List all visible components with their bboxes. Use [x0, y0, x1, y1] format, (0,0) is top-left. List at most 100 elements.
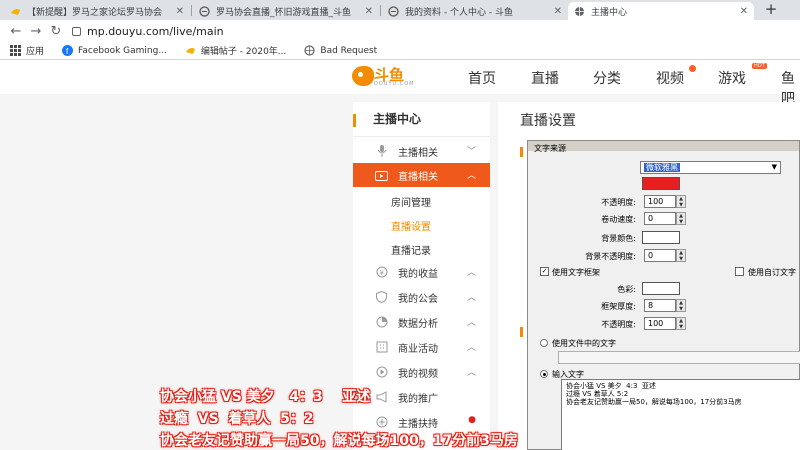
sidebar-item-label: 我的推广: [398, 393, 438, 405]
video-icon: [375, 366, 388, 378]
facebook-icon: f: [62, 45, 74, 56]
chevron-up-icon: ︿: [466, 318, 476, 328]
page-title: 直播设置: [520, 113, 576, 129]
file-path-input[interactable]: [558, 351, 800, 364]
sidebar-item-label: 直播相关: [398, 171, 438, 183]
opacity-input[interactable]: 100: [644, 195, 676, 208]
globe-icon: [304, 45, 315, 56]
browser-tab-profile[interactable]: 我的资料 - 个人中心 - 斗鱼 ✕: [382, 2, 568, 20]
spin-buttons[interactable]: ▲ ▼: [676, 212, 686, 225]
sidebar-item-videos[interactable]: 我的视频 ︿: [353, 360, 490, 384]
bookmark-bad-request[interactable]: Bad Request: [304, 45, 377, 56]
forum-favicon: [10, 6, 21, 17]
group-label: 文字来源: [534, 144, 566, 153]
use-outline-checkbox[interactable]: ✓: [540, 267, 549, 276]
bookmark-edit-post[interactable]: 编辑帖子 - 2020年...: [185, 44, 286, 57]
scroll-speed-input[interactable]: 0: [644, 212, 676, 225]
reload-icon[interactable]: ↻: [46, 24, 66, 39]
browser-tab-anchor-center[interactable]: 主播中心 ✕: [568, 2, 754, 20]
tab-title: 罗马协会直播_怀旧游戏直播_斗鱼: [216, 7, 352, 18]
apps-grid-icon: [10, 45, 21, 56]
coins-icon: ¥: [375, 266, 388, 278]
nav-category[interactable]: 分类: [593, 68, 621, 88]
input-text-radio[interactable]: [540, 370, 548, 378]
bg-color-swatch[interactable]: [642, 231, 680, 244]
opacity-label: 不透明度:: [601, 198, 636, 207]
back-icon[interactable]: ←: [6, 24, 26, 39]
outline-thickness-input[interactable]: 8: [644, 299, 676, 312]
support-icon: [375, 416, 388, 428]
from-file-radio[interactable]: [540, 339, 548, 347]
sidebar-item-label: 主播扶持: [398, 418, 438, 430]
address-text: mp.douyu.com/live/main: [87, 24, 224, 38]
close-icon[interactable]: ✕: [740, 6, 748, 17]
overlay-text-line: 协会老友记赞助赢一局50，解说每场100，17分前3马房: [160, 433, 518, 449]
sidebar-subitem-live-records[interactable]: 直播记录: [391, 242, 431, 257]
sidebar-item-anchor[interactable]: 主播相关 ﹀: [353, 139, 490, 163]
font-value: 微软雅黑: [644, 163, 680, 172]
text-source-dialog: 文字来源 字体: 微软雅黑 ▼ 色彩: 不透明度: 100 ▲▼ 卷动速度: 0…: [527, 140, 800, 450]
chevron-up-icon: ︿: [466, 268, 476, 278]
douyu-logo[interactable]: 斗鱼 DOUYU.COM: [352, 64, 414, 90]
outline-opacity-input[interactable]: 100: [644, 317, 676, 330]
sidebar-item-business[interactable]: 商业活动 ︿: [353, 335, 490, 359]
outline-color-swatch[interactable]: [642, 282, 680, 295]
color-swatch[interactable]: [642, 177, 680, 190]
forum-favicon: [185, 45, 196, 56]
chevron-up-icon: ︿: [466, 368, 476, 378]
use-outline-label: 使用文字框架: [552, 268, 600, 277]
globe-favicon: [574, 6, 585, 17]
sidebar-item-label: 主播相关: [398, 147, 438, 159]
sidebar-item-guild[interactable]: 我的公会 ︿: [353, 285, 490, 309]
bg-color-label: 背景颜色:: [601, 234, 636, 243]
chevron-up-icon: ︿: [466, 343, 476, 353]
bookmark-facebook-gaming[interactable]: f Facebook Gaming...: [62, 45, 167, 56]
sidebar-item-live[interactable]: 直播相关 ︿: [353, 163, 490, 187]
sidebar-item-promotion[interactable]: 我的推广: [353, 385, 490, 409]
close-icon[interactable]: ✕: [176, 6, 184, 17]
bookmark-label: Facebook Gaming...: [78, 45, 167, 56]
bg-opacity-label: 背景不透明度:: [585, 252, 636, 261]
nav-video[interactable]: 视频: [656, 68, 684, 88]
text-line: 协会老友记赞助赢一局50，解说每场100，17分前3马房: [566, 398, 742, 406]
dialog-header: [528, 141, 799, 151]
close-icon[interactable]: ✕: [554, 6, 562, 17]
outline-opacity-label: 不透明度:: [601, 320, 636, 329]
spin-buttons[interactable]: ▲ ▼: [676, 317, 686, 330]
use-custom-label: 使用自订文字: [748, 268, 796, 277]
font-select[interactable]: 微软雅黑 ▼: [640, 161, 781, 174]
logo-subtext: DOUYU.COM: [374, 81, 415, 87]
dropdown-arrow-icon: ▼: [771, 163, 777, 171]
browser-tab-douyu-live[interactable]: 罗马协会直播_怀旧游戏直播_斗鱼 ✕: [193, 2, 379, 20]
chevron-up-icon: ︿: [466, 293, 476, 303]
nav-home[interactable]: 首页: [468, 68, 496, 88]
bookmark-apps[interactable]: 应用: [10, 44, 44, 57]
notification-dot: [689, 65, 696, 72]
sidebar-title: 主播中心: [353, 110, 490, 132]
new-tab-button[interactable]: +: [762, 2, 780, 18]
sidebar-subitem-room-management[interactable]: 房间管理: [391, 194, 431, 209]
text-input-area[interactable]: 协会小猛 VS 美夕 4:3 亚述 过瘾 VS 着草人 5:2 协会老友记赞助赢…: [561, 379, 800, 450]
nav-games[interactable]: 游戏: [718, 68, 746, 88]
sidebar-item-label: 我的收益: [398, 268, 438, 280]
orange-edge-marker: [520, 327, 523, 337]
sidebar-item-label: 数据分析: [398, 318, 438, 330]
use-custom-checkbox[interactable]: [735, 267, 744, 276]
sidebar-item-earnings[interactable]: ¥ 我的收益 ︿: [353, 260, 490, 284]
top-navigation: 斗鱼 DOUYU.COM 首页 直播 分类 视频 游戏 HOT 鱼吧: [0, 60, 800, 107]
spin-buttons[interactable]: ▲ ▼: [676, 195, 686, 208]
browser-tab-strip: 【新提醒】罗马之家论坛罗马协会 ✕ 罗马协会直播_怀旧游戏直播_斗鱼 ✕ 我的资…: [0, 0, 800, 20]
browser-tab-forum[interactable]: 【新提醒】罗马之家论坛罗马协会 ✕: [4, 2, 190, 20]
sidebar-item-label: 我的公会: [398, 293, 438, 305]
forward-icon[interactable]: →: [26, 24, 46, 39]
nav-live[interactable]: 直播: [531, 68, 559, 88]
close-icon[interactable]: ✕: [365, 6, 373, 17]
bg-opacity-input[interactable]: 0: [644, 249, 676, 262]
text-line: 协会小猛 VS 美夕 4:3 亚述: [566, 382, 656, 390]
chevron-down-icon: ﹀: [466, 147, 476, 157]
address-bar[interactable]: mp.douyu.com/live/main: [72, 25, 224, 38]
spin-buttons[interactable]: ▲ ▼: [676, 299, 686, 312]
sidebar-item-analytics[interactable]: 数据分析 ︿: [353, 310, 490, 334]
spin-buttons[interactable]: ▲ ▼: [676, 249, 686, 262]
sidebar-subitem-live-settings[interactable]: 直播设置: [391, 218, 431, 233]
